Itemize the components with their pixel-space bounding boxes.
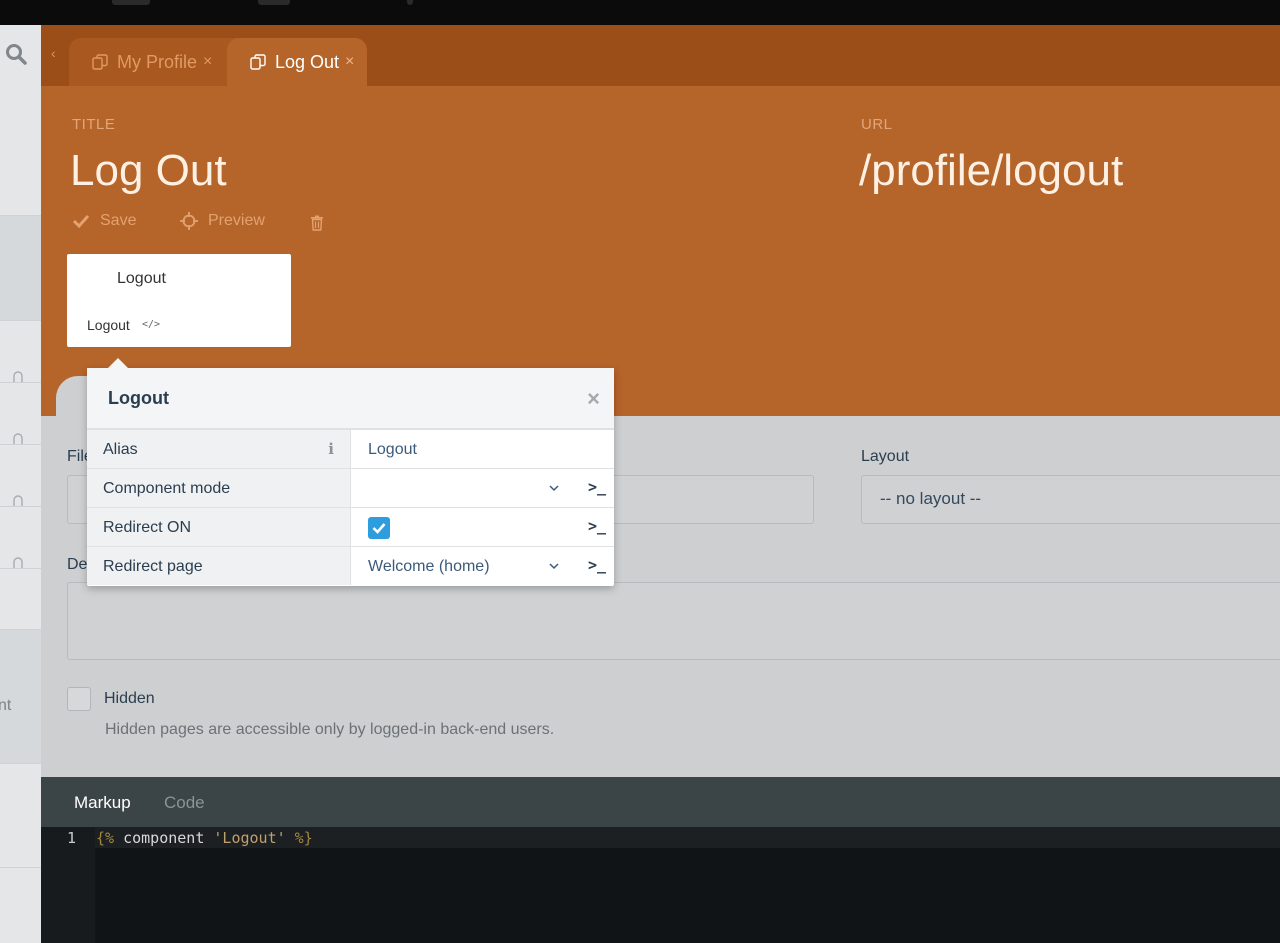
close-icon[interactable]: ×	[203, 53, 212, 71]
pin-icon[interactable]	[11, 555, 25, 569]
preview-button[interactable]: Preview	[180, 212, 265, 230]
twig-keyword: component	[114, 829, 214, 847]
editor-tabs: Markup Code	[41, 777, 1280, 827]
pin-icon[interactable]	[11, 493, 25, 507]
property-label: Redirect ON	[103, 519, 192, 536]
layout-value: -- no layout --	[880, 489, 982, 508]
code-editor[interactable]: 1 {% component 'Logout' %}	[41, 827, 1280, 943]
info-icon[interactable]: i	[328, 440, 334, 458]
pages-icon	[92, 54, 108, 70]
property-row-alias: Alias i Logout	[87, 429, 614, 468]
crosshairs-icon	[180, 212, 198, 230]
popover-header: Logout ×	[87, 368, 614, 429]
tab-markup[interactable]: Markup	[74, 793, 131, 813]
layout-select[interactable]: -- no layout --	[861, 475, 1280, 524]
sidebar-divider	[0, 506, 41, 507]
code-icon: </>	[142, 319, 161, 330]
title-label: TITLE	[72, 116, 116, 133]
component-card[interactable]: Logout </> Logout	[67, 254, 291, 347]
description-textarea[interactable]	[67, 582, 1280, 660]
terminal-icon[interactable]: >_	[588, 517, 606, 535]
url-label: URL	[861, 116, 893, 133]
twig-open-tag: {%	[96, 829, 115, 847]
search-icon[interactable]	[4, 42, 28, 66]
tab-label: My Profile	[117, 51, 198, 72]
sidebar-divider	[0, 320, 41, 321]
component-inspector-popover: Logout × Alias i Logout Component mode >…	[87, 358, 614, 586]
pin-icon[interactable]	[11, 369, 25, 383]
line-number: 1	[67, 829, 77, 847]
topbar-fragment	[407, 0, 413, 5]
twig-string: 'Logout'	[213, 829, 286, 847]
tab-scroll-left-icon[interactable]: ‹	[51, 45, 56, 61]
top-system-bar	[0, 0, 1280, 25]
property-name: Redirect ON	[87, 508, 351, 546]
pages-icon	[250, 54, 266, 70]
title-input[interactable]: Log Out	[70, 146, 227, 196]
topbar-fragment	[258, 0, 290, 5]
trash-icon[interactable]	[310, 215, 324, 231]
sidebar-band	[0, 216, 41, 320]
topbar-fragment	[112, 0, 150, 5]
property-label: Redirect page	[103, 558, 203, 575]
component-alias: </> Logout	[87, 317, 160, 333]
component-name: Logout	[117, 270, 166, 287]
chevron-down-icon	[549, 485, 559, 492]
redirect-page-value: Welcome (home)	[368, 558, 490, 575]
property-row-redirect-on: Redirect ON >_	[87, 507, 614, 546]
url-input[interactable]: /profile/logout	[859, 146, 1123, 196]
alias-input[interactable]: Logout	[352, 430, 614, 468]
redirect-on-checkbox[interactable]	[368, 517, 390, 539]
sidebar-divider	[0, 382, 41, 383]
hidden-checkbox[interactable]	[67, 687, 91, 711]
sidebar: nt	[0, 25, 41, 943]
component-mode-select[interactable]: >_	[352, 469, 614, 507]
redirect-page-select[interactable]: Welcome (home) >_	[352, 547, 614, 585]
sidebar-fragment-text: nt	[0, 697, 12, 714]
check-icon	[72, 214, 90, 228]
property-name: Alias i	[87, 430, 351, 468]
hidden-help-text: Hidden pages are accessible only by logg…	[105, 721, 555, 738]
save-button[interactable]: Save	[72, 212, 136, 230]
terminal-icon[interactable]: >_	[588, 556, 606, 574]
property-label: Component mode	[103, 480, 231, 497]
code-line[interactable]: {% component 'Logout' %}	[96, 829, 313, 847]
check-icon	[372, 523, 386, 534]
sidebar-divider	[0, 444, 41, 445]
tab-label: Log Out	[275, 51, 340, 72]
sidebar-divider	[0, 568, 41, 569]
redirect-on-field: >_	[352, 508, 614, 546]
twig-close-tag: %}	[285, 829, 313, 847]
sidebar-divider	[0, 867, 41, 868]
close-icon[interactable]: ×	[345, 53, 354, 71]
layout-label: Layout	[861, 448, 910, 465]
pin-icon[interactable]	[11, 431, 25, 445]
sidebar-divider	[0, 763, 41, 764]
property-label: Alias	[103, 441, 138, 458]
popover-title: Logout	[108, 388, 169, 408]
component-alias-text: Logout	[87, 317, 130, 333]
property-name: Redirect page	[87, 547, 351, 585]
tab-bar: ‹ My Profile × Log Out ×	[41, 25, 1280, 86]
chevron-down-icon	[549, 563, 559, 570]
property-name: Component mode	[87, 469, 351, 507]
terminal-icon[interactable]: >_	[588, 478, 606, 496]
alias-value: Logout	[368, 441, 417, 458]
hidden-label: Hidden	[104, 690, 155, 707]
tab-log-out[interactable]: Log Out ×	[227, 38, 367, 86]
preview-label: Preview	[208, 212, 265, 229]
description-label: De	[67, 556, 88, 573]
close-icon[interactable]: ×	[587, 386, 600, 412]
property-row-redirect-page: Redirect page Welcome (home) >_	[87, 546, 614, 585]
property-row-component-mode: Component mode >_	[87, 468, 614, 507]
save-label: Save	[100, 212, 137, 229]
tab-code[interactable]: Code	[164, 793, 205, 813]
page-header: TITLE Log Out URL /profile/logout Save P…	[41, 86, 1280, 416]
